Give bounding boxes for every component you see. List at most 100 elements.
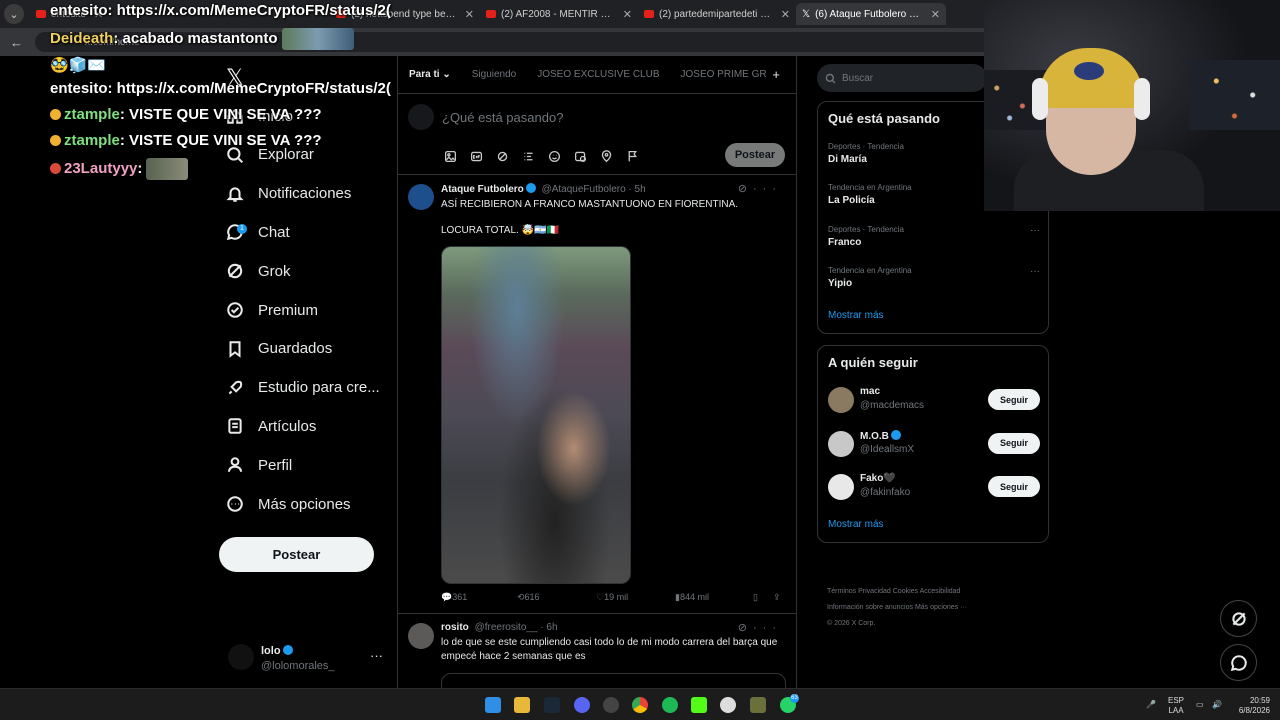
- sidebar-item-premium[interactable]: Premium: [226, 295, 318, 325]
- footer-line[interactable]: Información sobre anuncios Más opciones …: [827, 600, 1047, 616]
- follow-name-text: mac: [860, 386, 881, 397]
- bookmark-icon[interactable]: ▯: [753, 592, 758, 603]
- clock[interactable]: 20:59 6/8/2026: [1232, 696, 1270, 716]
- tweet[interactable]: Ataque Futbolero @AtaqueFutbolero · 5h ⊘…: [398, 176, 796, 614]
- avatar[interactable]: [828, 474, 854, 500]
- verified-badge-icon: [525, 183, 536, 193]
- follow-button[interactable]: Seguir: [988, 432, 1040, 454]
- sidebar-item-guardados[interactable]: Guardados: [226, 334, 332, 364]
- trend-item[interactable]: Tendencia en Argentina Yipio ···: [828, 266, 1040, 289]
- tab-joseo-exclusive[interactable]: JOSEO EXCLUSIVE CLUB: [537, 69, 659, 80]
- language-indicator[interactable]: ESP LAA: [1168, 696, 1184, 716]
- discord-icon[interactable]: [574, 697, 590, 713]
- image-icon[interactable]: [442, 148, 459, 165]
- tab-list-chevron-icon[interactable]: ⌄: [4, 4, 24, 24]
- close-icon[interactable]: ✕: [931, 8, 940, 21]
- bell-icon: [226, 185, 244, 203]
- sidebar-item-grok[interactable]: Grok: [226, 256, 291, 286]
- tab-joseo-prime[interactable]: JOSEO PRIME GR: [681, 69, 767, 80]
- grok-icon[interactable]: ⊘: [738, 183, 753, 195]
- sidebar-item-label: Estudio para cre...: [258, 379, 380, 397]
- follow-suggestion[interactable]: mac @macdemacs Seguir: [828, 386, 1040, 416]
- sidebar-item-chat[interactable]: 1 Chat: [226, 217, 290, 247]
- spotify-icon[interactable]: [662, 697, 678, 713]
- account-switcher[interactable]: lolo @lolomorales_ ···: [228, 644, 384, 674]
- tweet-author[interactable]: Ataque Futbolero: [441, 184, 524, 195]
- browser-tab[interactable]: (2) AF2008 - MENTIR #Hacelos ✕: [480, 3, 638, 25]
- grok-floating-button[interactable]: [1220, 600, 1257, 637]
- back-arrow-icon[interactable]: ←: [10, 35, 23, 50]
- browser-tab[interactable]: 𝕏 (6) Ataque Futbolero en X: "🤯 ✕: [796, 3, 946, 25]
- avatar[interactable]: [408, 184, 434, 210]
- compose-post-button[interactable]: Postear: [725, 143, 785, 167]
- more-dots-icon[interactable]: ···: [1030, 266, 1040, 277]
- microphone-icon[interactable]: 🎤: [1146, 700, 1156, 710]
- messages-floating-button[interactable]: [1220, 644, 1257, 681]
- rocket-icon: [226, 379, 244, 397]
- gif-icon[interactable]: [468, 148, 485, 165]
- follow-handle: @macdemacs: [860, 400, 925, 411]
- tweet-media-video[interactable]: [441, 246, 631, 584]
- add-tab-icon[interactable]: +: [772, 67, 780, 82]
- flag-icon[interactable]: [624, 148, 641, 165]
- close-icon[interactable]: ✕: [623, 8, 632, 21]
- chrome-icon[interactable]: [632, 697, 648, 713]
- sidebar-item-más-opciones[interactable]: Más opciones: [226, 489, 351, 519]
- more-dots-icon[interactable]: ···: [753, 183, 782, 195]
- more-dots-icon[interactable]: ···: [370, 648, 383, 663]
- close-icon[interactable]: ✕: [781, 8, 790, 21]
- webcam-feed: [984, 0, 1280, 211]
- app-icon[interactable]: [750, 697, 766, 713]
- quoted-tweet[interactable]: [441, 673, 786, 688]
- kick-icon[interactable]: [691, 697, 707, 713]
- tweet-handle[interactable]: @AtaqueFutbolero · 5h: [542, 184, 646, 195]
- post-button[interactable]: Postear: [219, 537, 374, 572]
- tweet-author[interactable]: rosito: [441, 622, 469, 633]
- browser-tab[interactable]: (2) partedemipartedeti - YouTu ✕: [638, 3, 796, 25]
- chat-badge-icon: [50, 135, 61, 146]
- poll-icon[interactable]: [520, 148, 537, 165]
- search-input[interactable]: Buscar: [817, 64, 987, 92]
- schedule-icon[interactable]: [572, 148, 589, 165]
- close-icon[interactable]: ✕: [465, 8, 474, 21]
- follow-suggestion[interactable]: Fako🖤 @fakinfako Seguir: [828, 473, 1040, 503]
- follow-button[interactable]: Seguir: [988, 476, 1040, 497]
- footer-line[interactable]: Términos Privacidad Cookies Accesibilida…: [827, 584, 1047, 600]
- share-icon[interactable]: ⇪: [773, 592, 781, 603]
- views-button[interactable]: ▮ 844 mil: [675, 592, 709, 603]
- sidebar-item-perfil[interactable]: Perfil: [226, 450, 292, 480]
- network-icon[interactable]: ▭: [1196, 700, 1204, 710]
- windows-start-icon[interactable]: [485, 697, 501, 713]
- volume-icon[interactable]: 🔊: [1212, 700, 1222, 710]
- grok-icon[interactable]: ⊘: [738, 622, 753, 634]
- tab-para-ti[interactable]: Para ti ⌄: [409, 69, 451, 80]
- sidebar-item-estudio-para-cre[interactable]: Estudio para cre...: [226, 373, 380, 403]
- obs-icon[interactable]: [603, 697, 619, 713]
- follow-button[interactable]: Seguir: [988, 389, 1040, 410]
- tab-siguiendo[interactable]: Siguiendo: [472, 69, 516, 80]
- like-button[interactable]: ♡ 19 mil: [596, 592, 628, 603]
- ccleaner-icon[interactable]: [720, 697, 736, 713]
- compose-input[interactable]: ¿Qué está pasando?: [442, 110, 563, 125]
- follow-show-more-link[interactable]: Mostrar más: [828, 519, 884, 530]
- follow-suggestion[interactable]: M.O.B @IdeallsmX Seguir: [828, 429, 1040, 460]
- avatar[interactable]: [828, 387, 854, 413]
- more-dots-icon[interactable]: ···: [753, 622, 782, 634]
- trend-title: Yipio: [828, 277, 853, 289]
- more-dots-icon[interactable]: ···: [1030, 225, 1040, 236]
- trend-item[interactable]: Deportes · Tendencia Franco ···: [828, 225, 1040, 248]
- emoji-icon[interactable]: [546, 148, 563, 165]
- sidebar-item-notificaciones[interactable]: Notificaciones: [226, 179, 351, 209]
- retweet-button[interactable]: ⟲ 616: [517, 592, 540, 603]
- sidebar-item-artículos[interactable]: Artículos: [226, 411, 316, 441]
- trends-show-more-link[interactable]: Mostrar más: [828, 310, 884, 321]
- steam-icon[interactable]: [544, 697, 560, 713]
- avatar[interactable]: [408, 623, 434, 649]
- location-icon[interactable]: [598, 148, 615, 165]
- tweet-handle[interactable]: @freerosito__ · 6h: [475, 622, 558, 633]
- file-explorer-icon[interactable]: [514, 697, 530, 713]
- reply-button[interactable]: 💬 361: [441, 592, 467, 603]
- tweet[interactable]: rosito @freerosito__ · 6h ⊘··· lo de que…: [398, 615, 796, 688]
- avatar[interactable]: [828, 430, 854, 457]
- grok-icon[interactable]: [494, 148, 511, 165]
